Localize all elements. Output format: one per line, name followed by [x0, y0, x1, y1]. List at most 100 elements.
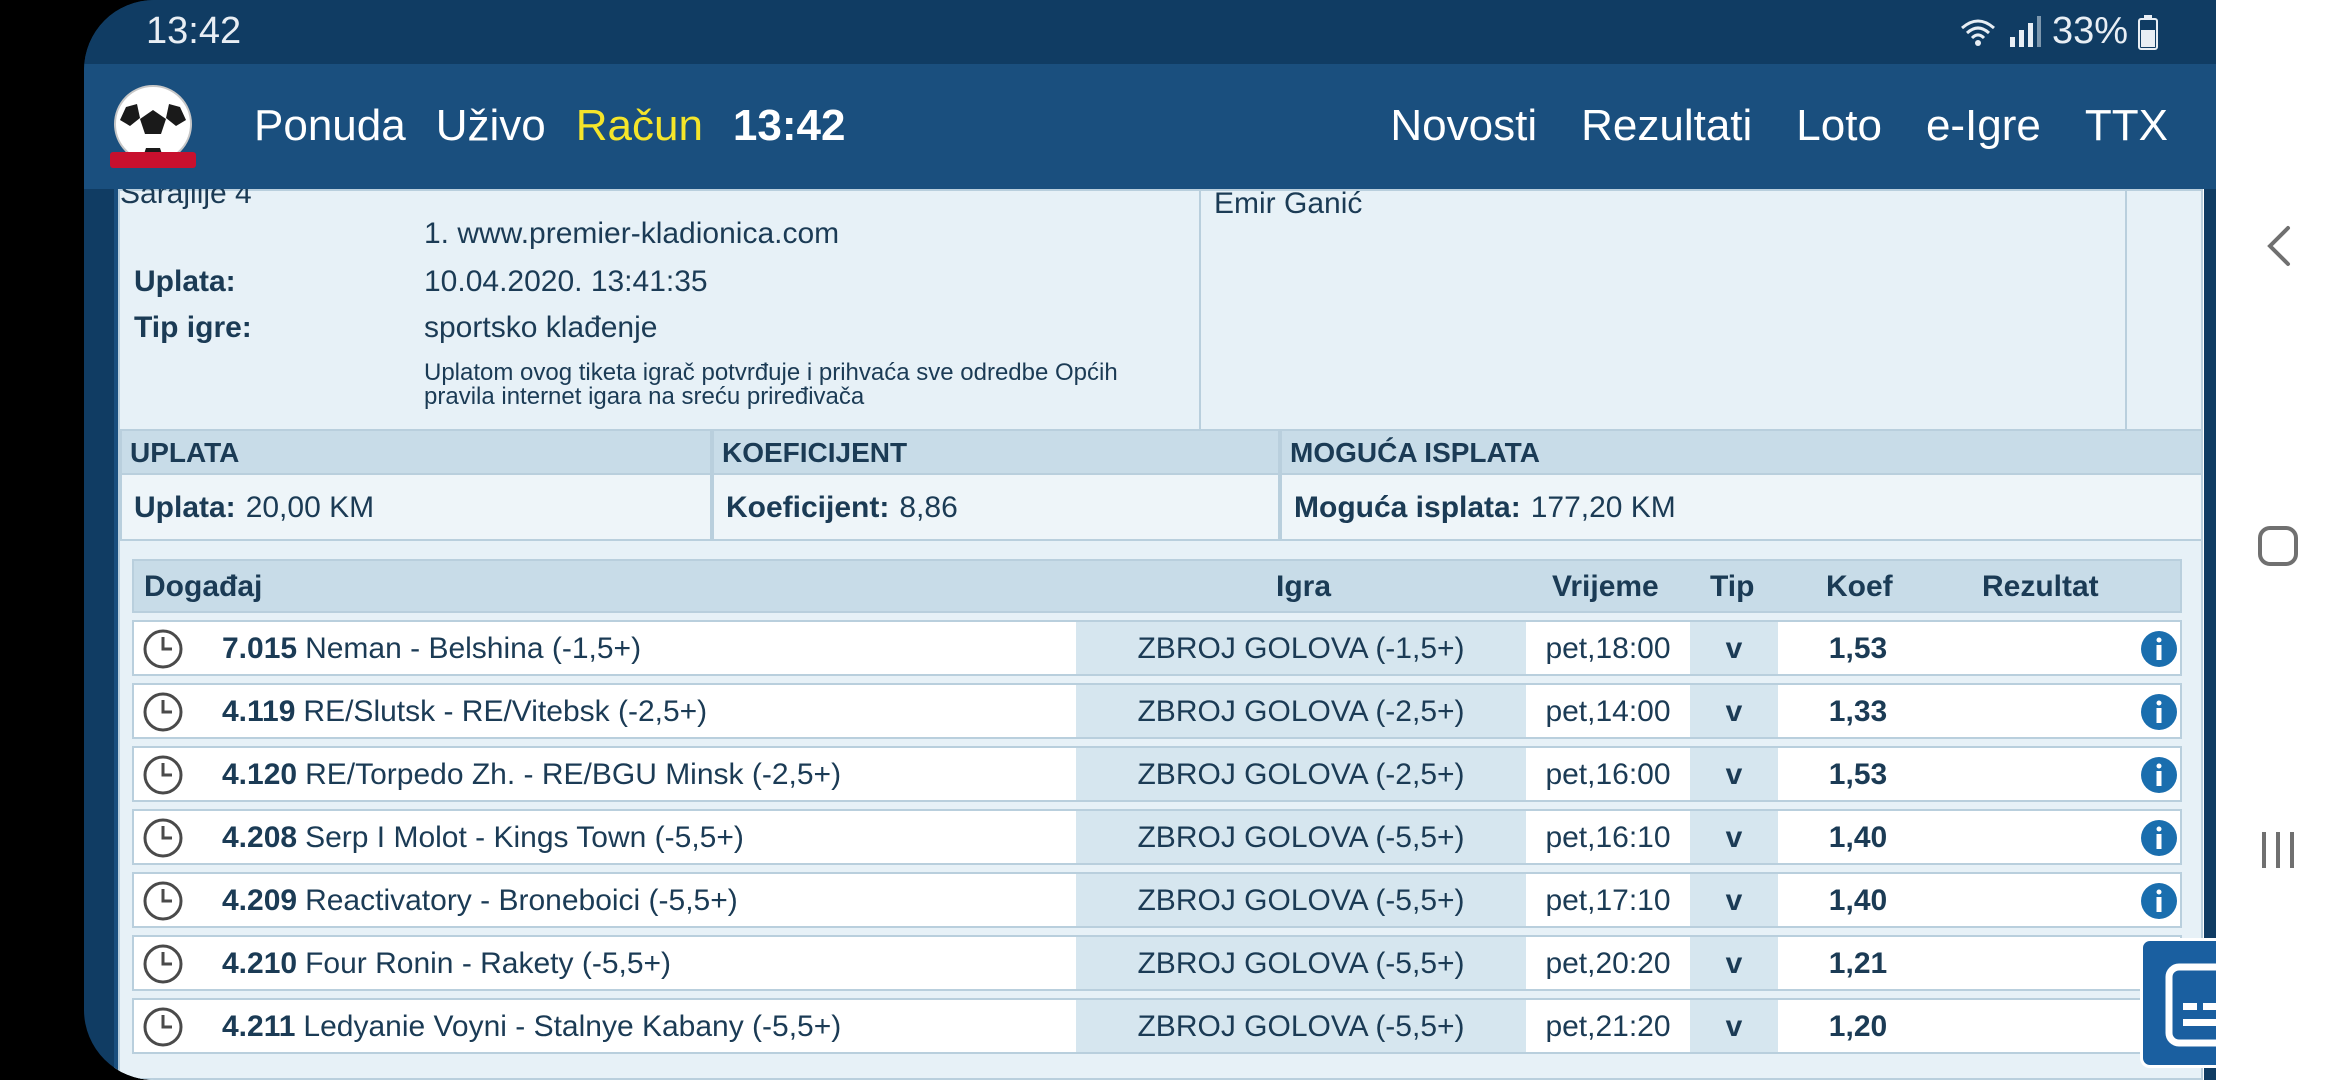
nav-ttx[interactable]: TTX — [2085, 101, 2168, 151]
android-navigation-bar — [2216, 0, 2340, 1080]
event-koef: 1,21 — [1828, 947, 1888, 980]
cut-name-text: Emir Ganić — [1214, 189, 1363, 220]
wifi-calling-icon — [1960, 19, 1995, 46]
event-koef: 1,33 — [1828, 695, 1888, 728]
clock-icon — [143, 881, 183, 921]
table-row[interactable]: 4.208 Serp I Molot - Kings Town (-5,5+) Z… — [132, 809, 2182, 865]
header-koef: Koef — [1826, 570, 1893, 603]
event-game: ZBROJ GOLOVA (-1,5+) — [1076, 622, 1526, 674]
event-code: 7.015 — [222, 632, 298, 665]
event-name-cell: 4.210 Four Ronin - Rakety (-5,5+) — [222, 947, 671, 981]
summary-isplata-value: 177,20 KM — [1530, 491, 1676, 524]
event-game: ZBROJ GOLOVA (-5,5+) — [1076, 874, 1526, 926]
event-game: ZBROJ GOLOVA (-2,5+) — [1076, 748, 1526, 800]
premier-logo[interactable] — [106, 82, 200, 172]
info-uplata-value: 10.04.2020. 13:41:35 — [424, 265, 708, 298]
table-row[interactable]: 4.120 RE/Torpedo Zh. - RE/BGU Minsk (-2,5… — [132, 746, 2182, 802]
event-name: Neman - Belshina (-1,5+) — [305, 632, 642, 665]
nav-left-links: Ponuda Uživo Račun 13:42 — [254, 101, 845, 151]
summary-koeficijent-value-row: Koeficijent: 8,86 — [712, 475, 1280, 541]
event-tip: v — [1690, 937, 1778, 989]
event-game: ZBROJ GOLOVA (-5,5+) — [1076, 811, 1526, 863]
event-code: 4.210 — [222, 947, 298, 980]
event-code: 4.120 — [222, 758, 298, 791]
nav-rezultati[interactable]: Rezultati — [1581, 101, 1752, 151]
table-row[interactable]: 4.210 Four Ronin - Rakety (-5,5+) ZBROJ G… — [132, 935, 2182, 991]
nav-ponuda[interactable]: Ponuda — [254, 101, 406, 151]
event-name: RE/Slutsk - RE/Vitebsk (-2,5+) — [303, 695, 708, 728]
ticket-panel: Sarajlije 4 1. www.premier-kladionica.co… — [118, 189, 2203, 1080]
ticket-disclaimer: Uplatom ovog tiketa igrač potvrđuje i pr… — [424, 359, 1118, 410]
info-icon[interactable] — [2140, 819, 2178, 857]
clock-icon — [143, 944, 183, 984]
table-row[interactable]: 7.015 Neman - Belshina (-1,5+) ZBROJ GOLO… — [132, 620, 2182, 676]
event-name-cell: 4.208 Serp I Molot - Kings Town (-5,5+) — [222, 821, 744, 855]
main-content[interactable]: Sarajlije 4 1. www.premier-kladionica.co… — [114, 189, 2204, 1080]
summary-isplata-label: Moguća isplata: — [1294, 491, 1521, 524]
home-icon[interactable] — [2256, 524, 2300, 568]
event-name: Serp I Molot - Kings Town (-5,5+) — [305, 821, 744, 854]
status-icons: 33% — [1958, 10, 2158, 53]
back-icon[interactable] — [2264, 224, 2294, 268]
info-icon[interactable] — [2140, 630, 2178, 668]
table-row[interactable]: 4.119 RE/Slutsk - RE/Vitebsk (-2,5+) ZBRO… — [132, 683, 2182, 739]
event-code: 4.209 — [222, 884, 298, 917]
summary-uplata-heading: UPLATA — [120, 429, 712, 475]
nav-loto[interactable]: Loto — [1796, 101, 1882, 151]
clock-icon — [143, 818, 183, 858]
summary-koeficijent-label: Koeficijent: — [726, 491, 890, 524]
event-name-cell: 4.120 RE/Torpedo Zh. - RE/BGU Minsk (-2,5… — [222, 758, 841, 792]
nav-e-igre[interactable]: e-Igre — [1926, 101, 2041, 151]
summary-koeficijent-value: 8,86 — [899, 491, 958, 524]
status-time: 13:42 — [146, 10, 242, 52]
summary-uplata-value: 20,00 KM — [245, 491, 375, 524]
recent-apps-icon[interactable] — [2256, 828, 2300, 872]
battery-percent: 33% — [2051, 10, 2128, 52]
event-code: 4.119 — [222, 695, 296, 728]
info-tip-value: sportsko klađenje — [424, 311, 658, 344]
header-igra: Igra — [1276, 570, 1332, 603]
event-game: ZBROJ GOLOVA (-5,5+) — [1076, 1000, 1526, 1052]
header-rezultat: Rezultat — [1982, 570, 2099, 603]
event-time: pet,14:00 — [1545, 695, 1671, 728]
event-game: ZBROJ GOLOVA (-2,5+) — [1076, 685, 1526, 737]
event-tip: v — [1690, 811, 1778, 863]
nav-novosti[interactable]: Novosti — [1390, 101, 1537, 151]
summary-uplata-value-row: Uplata: 20,00 KM — [120, 475, 712, 541]
event-koef: 1,53 — [1828, 632, 1888, 665]
event-koef: 1,53 — [1828, 758, 1888, 791]
event-name-cell: 7.015 Neman - Belshina (-1,5+) — [222, 632, 641, 666]
nav-racun[interactable]: Račun — [576, 101, 703, 151]
ticket-info-right: Emir Ganić — [1202, 189, 2127, 429]
event-name: Ledyanie Voyni - Stalnye Kabany (-5,5+) — [303, 1010, 842, 1043]
info-icon[interactable] — [2140, 693, 2178, 731]
event-name: Four Ronin - Rakety (-5,5+) — [305, 947, 672, 980]
event-tip: v — [1690, 622, 1778, 674]
info-icon[interactable] — [2140, 756, 2178, 794]
event-tip: v — [1690, 874, 1778, 926]
summary-isplata-value-row: Moguća isplata: 177,20 KM — [1280, 475, 2203, 541]
info-icon[interactable] — [2140, 882, 2178, 920]
event-game: ZBROJ GOLOVA (-5,5+) — [1076, 937, 1526, 989]
clock-icon — [143, 692, 183, 732]
ticket-list-button[interactable] — [2140, 938, 2216, 1068]
event-name-cell: 4.119 RE/Slutsk - RE/Vitebsk (-2,5+) — [222, 695, 707, 729]
event-tip: v — [1690, 748, 1778, 800]
event-time: pet,18:00 — [1545, 632, 1671, 665]
clock-icon — [143, 629, 183, 669]
events-table: Događaj Igra Vrijeme Tip Koef Rezultat 7… — [132, 559, 2182, 1054]
table-row[interactable]: 4.209 Reactivatory - Broneboici (-5,5+) Z… — [132, 872, 2182, 928]
table-row[interactable]: 4.211 Ledyanie Voyni - Stalnye Kabany (-5… — [132, 998, 2182, 1054]
app-window: 13:42 33% Ponuda Uživo Račun 13:42 Novos… — [84, 0, 2216, 1080]
event-tip: v — [1690, 685, 1778, 737]
nav-clock: 13:42 — [732, 101, 846, 150]
event-time: pet,16:10 — [1545, 821, 1671, 854]
info-tip-label: Tip igre: — [134, 311, 252, 344]
device-screen: 13:42 33% Ponuda Uživo Račun 13:42 Novos… — [0, 0, 2340, 1080]
summary-isplata-heading: MOGUĆA ISPLATA — [1280, 429, 2203, 475]
nav-uzivo[interactable]: Uživo — [436, 101, 546, 151]
event-tip: v — [1690, 1000, 1778, 1052]
event-time: pet,21:20 — [1545, 1010, 1671, 1043]
clock-icon — [143, 755, 183, 795]
header-tip: Tip — [1710, 570, 1755, 603]
